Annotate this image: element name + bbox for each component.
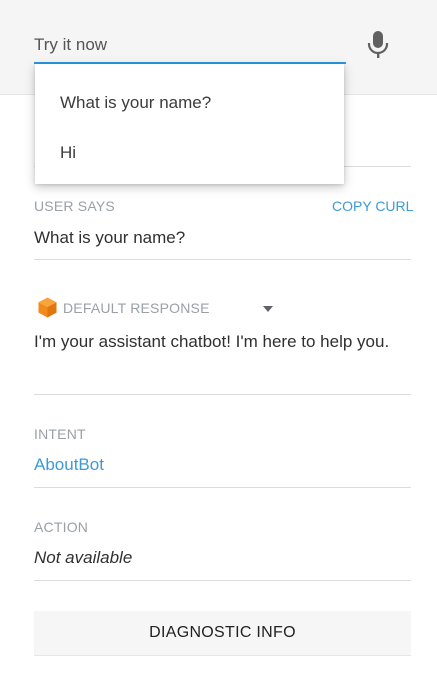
divider: [34, 580, 411, 581]
chevron-down-icon[interactable]: [262, 305, 274, 313]
divider: [34, 259, 411, 260]
test-console: What is your name? Hi USER SAYS COPY CUR…: [0, 0, 437, 688]
cube-icon: [38, 297, 57, 318]
copy-curl-link[interactable]: COPY CURL: [332, 198, 413, 214]
default-response-label: DEFAULT RESPONSE: [63, 300, 210, 316]
suggestions-dropdown: What is your name? Hi: [35, 64, 344, 184]
intent-label: INTENT: [34, 426, 86, 442]
user-says-label: USER SAYS: [34, 198, 115, 214]
diagnostic-info-button[interactable]: DIAGNOSTIC INFO: [34, 611, 411, 656]
try-it-now-input[interactable]: [34, 28, 346, 64]
action-label: ACTION: [34, 519, 89, 535]
microphone-icon[interactable]: [366, 30, 390, 60]
default-response-text: I'm your assistant chatbot! I'm here to …: [34, 332, 390, 351]
suggestion-item[interactable]: Hi: [35, 133, 344, 173]
divider: [34, 394, 411, 395]
intent-link[interactable]: AboutBot: [34, 455, 104, 475]
divider: [34, 487, 411, 488]
user-says-value: What is your name?: [34, 228, 186, 247]
action-value: Not available: [34, 548, 133, 567]
suggestion-item[interactable]: What is your name?: [35, 83, 344, 123]
